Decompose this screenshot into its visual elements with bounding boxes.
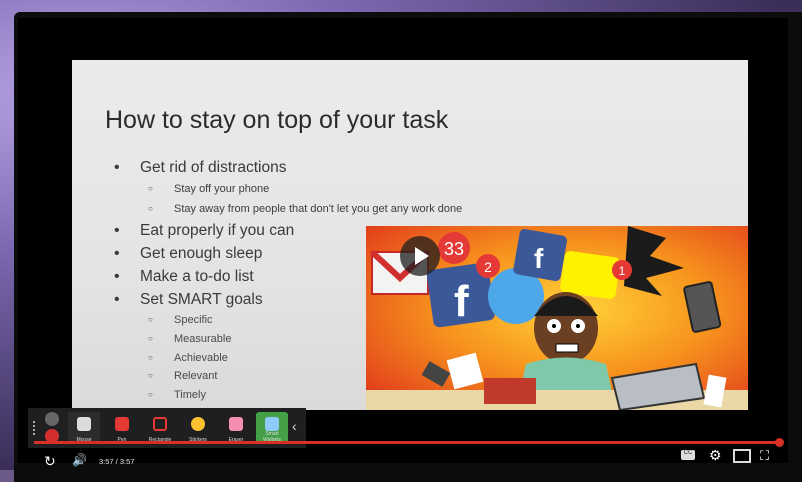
box-on-desk: [484, 378, 536, 404]
player-controls: ↻ 🔊 3:57 / 3:57 CC ⚙ ⛶: [0, 447, 802, 470]
play-button[interactable]: [400, 236, 440, 276]
smart-widgets-tool[interactable]: Smart Widgets: [256, 412, 288, 444]
notification-badge-facebook: 2: [476, 254, 500, 278]
presentation-slide: How to stay on top of your task Get rid …: [72, 60, 748, 410]
notification-badge-red: 1: [612, 260, 632, 280]
drag-handle[interactable]: [33, 421, 41, 435]
time-display: 3:57 / 3:57: [99, 457, 135, 466]
slide-title: How to stay on top of your task: [105, 106, 449, 134]
sub-bullet-item: Stay away from people that don't let you…: [110, 199, 462, 219]
svg-text:f: f: [454, 277, 469, 326]
settings-gear-icon[interactable]: ⚙: [709, 447, 722, 464]
volume-icon[interactable]: 🔊: [72, 453, 87, 467]
svg-text:33: 33: [444, 239, 464, 259]
captions-icon[interactable]: CC: [681, 450, 695, 460]
eraser-tool[interactable]: Eraser: [220, 412, 252, 444]
pause-icon[interactable]: [45, 412, 59, 426]
stickers-tool[interactable]: Stickers: [182, 412, 214, 444]
facebook-glyph: f: [534, 243, 544, 274]
pen-tool[interactable]: Pen: [106, 412, 138, 444]
miniplayer-icon[interactable]: [733, 449, 751, 463]
bullet-item: Get rid of distractions: [110, 156, 462, 179]
sub-bullet-item: Stay off your phone: [110, 179, 462, 199]
rectangle-icon: [153, 417, 167, 431]
progress-scrubber[interactable]: [775, 438, 784, 447]
rectangle-tool[interactable]: Rectangle: [144, 412, 176, 444]
replay-icon[interactable]: ↻: [44, 453, 56, 470]
notification-badge-mail: 33: [438, 232, 470, 264]
mouse-tool[interactable]: Mouse: [68, 412, 100, 444]
pen-icon: [115, 417, 129, 431]
svg-text:1: 1: [619, 264, 626, 278]
eraser-icon: [229, 417, 243, 431]
collapse-chevron-icon[interactable]: ‹: [292, 418, 297, 434]
cursor-icon: [77, 417, 91, 431]
widgets-icon: [265, 417, 279, 431]
progress-bar[interactable]: [34, 441, 778, 444]
fullscreen-icon[interactable]: ⛶: [760, 448, 769, 464]
sticker-icon: [191, 417, 205, 431]
svg-text:2: 2: [484, 259, 492, 275]
